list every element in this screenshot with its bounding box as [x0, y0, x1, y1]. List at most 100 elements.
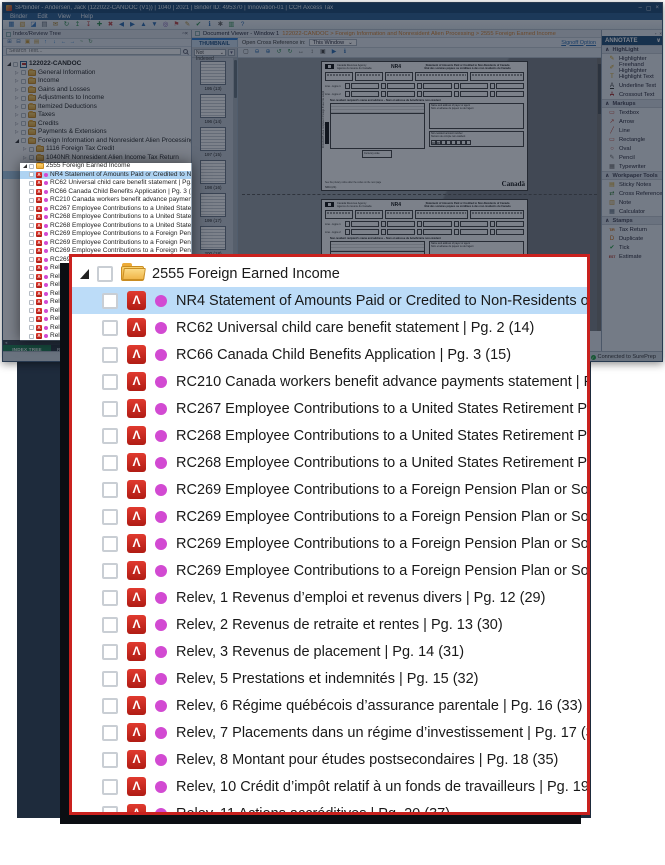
annotate-tool[interactable]: A Underline Text	[602, 81, 663, 90]
zoom-out-icon[interactable]: ⊖	[253, 48, 261, 57]
checkbox[interactable]	[29, 164, 34, 169]
tree-document[interactable]: RC268 Employee Contributions to a United…	[3, 222, 191, 231]
overlay-doc-row[interactable]: Relev, 2 Revenus de retraite et rentes |…	[72, 611, 587, 638]
annotate-tool[interactable]: ✔ Tick	[602, 243, 663, 252]
checkbox[interactable]	[29, 300, 34, 305]
checkbox[interactable]	[29, 223, 34, 228]
rotate-left-icon[interactable]: ↺	[275, 48, 283, 57]
overlay-doc-row[interactable]: Relev, 10 Crédit d’impôt relatif à un fo…	[72, 773, 587, 800]
overlay-doc-row[interactable]: RC267 Employee Contributions to a United…	[72, 395, 587, 422]
expanded-icon[interactable]	[23, 164, 27, 168]
target-icon[interactable]: ◎	[161, 21, 170, 29]
edit-icon[interactable]: ✎	[183, 21, 192, 29]
thumbnail-image[interactable]	[200, 61, 226, 85]
expand-all-icon[interactable]: ⊞	[6, 39, 13, 46]
checkbox[interactable]	[29, 283, 34, 288]
thumbnail-image[interactable]	[200, 127, 226, 151]
thumbnail-image[interactable]	[200, 94, 226, 118]
close-icon[interactable]: ×	[655, 5, 659, 12]
annotate-tool[interactable]: D Duplicate	[602, 234, 663, 243]
overlay-doc-row[interactable]: RC269 Employee Contributions to a Foreig…	[72, 557, 587, 584]
tree-root[interactable]: 122022-CANDOC	[3, 60, 191, 69]
checkbox[interactable]	[102, 617, 118, 633]
checkbox[interactable]	[29, 308, 34, 313]
checkbox[interactable]	[21, 138, 26, 143]
tree-document[interactable]: RC66 Canada Child Benefits Application |…	[3, 188, 191, 197]
checkbox[interactable]	[29, 147, 34, 152]
annotate-tool[interactable]: T/R Tax Return	[602, 225, 663, 234]
checkbox[interactable]	[102, 482, 118, 498]
checkbox[interactable]	[29, 181, 34, 186]
checkbox[interactable]	[102, 347, 118, 363]
checkbox[interactable]	[21, 96, 26, 101]
annotate-tool[interactable]: ▥ Note	[602, 198, 663, 207]
collapsed-icon[interactable]: ▷	[15, 94, 19, 103]
tree-folder[interactable]: ▷ Income	[3, 77, 191, 86]
print-icon[interactable]: ▤	[40, 21, 49, 29]
tree-document[interactable]: RC210 Canada workers benefit advance pay…	[3, 196, 191, 205]
checkbox[interactable]	[21, 87, 26, 92]
collapsed-icon[interactable]: ▷	[15, 111, 19, 120]
checkbox[interactable]	[29, 257, 34, 262]
checkbox[interactable]	[21, 130, 26, 135]
checkbox[interactable]	[102, 293, 118, 309]
search-input[interactable]	[6, 48, 181, 55]
checkbox[interactable]	[29, 325, 34, 330]
tree-document[interactable]: RC62 Universal child care benefit statem…	[3, 179, 191, 188]
collapsed-icon[interactable]: ▷	[15, 77, 19, 86]
collapsed-icon[interactable]: ▷	[15, 103, 19, 112]
collapsed-icon[interactable]: ▷	[15, 120, 19, 129]
checkbox[interactable]	[97, 266, 113, 282]
pin-icon[interactable]: ▫	[655, 31, 657, 36]
checkbox[interactable]	[102, 671, 118, 687]
tree-document[interactable]: RC268 Employee Contributions to a United…	[3, 213, 191, 222]
checkbox[interactable]	[29, 198, 34, 203]
checkbox[interactable]	[102, 428, 118, 444]
annotate-tool[interactable]: ▭ Rectangle	[602, 135, 663, 144]
tree-folder-foreign[interactable]: Foreign Information and Nonresident Alie…	[3, 137, 191, 146]
link-icon[interactable]: ~	[78, 39, 85, 46]
menu-item[interactable]: Edit	[33, 14, 51, 20]
overlay-doc-row[interactable]: NR4 Statement of Amounts Paid or Credite…	[72, 287, 587, 314]
thumbnail-image[interactable]	[200, 160, 226, 184]
overlay-doc-row[interactable]: RC269 Employee Contributions to a Foreig…	[72, 530, 587, 557]
tree-document[interactable]: RC269 Employee Contributions to a Foreig…	[3, 230, 191, 239]
annotate-tool[interactable]: ⇄ Cross Reference	[602, 189, 663, 198]
overlay-doc-row[interactable]: Relev, 8 Montant pour études postseconda…	[72, 746, 587, 773]
tree-folder[interactable]: ▷ 1116 Foreign Tax Credit	[3, 145, 191, 154]
annotate-tool[interactable]: ▦ Typewriter	[602, 162, 663, 171]
checkbox[interactable]	[102, 752, 118, 768]
checkbox[interactable]	[102, 590, 118, 606]
checkbox[interactable]	[102, 725, 118, 741]
checkbox[interactable]	[102, 374, 118, 390]
page-thumbnail[interactable]: 198 (16)	[198, 160, 228, 190]
tree-folder[interactable]: ▷ Payments & Extensions	[3, 128, 191, 137]
help-icon[interactable]: ?	[238, 21, 247, 29]
select-icon[interactable]: ▢	[242, 48, 250, 57]
new-folder-icon[interactable]: ▣	[24, 39, 31, 46]
folder-up-icon[interactable]: ↑	[42, 39, 49, 46]
move-up-icon[interactable]: ▲	[139, 21, 148, 29]
overlay-doc-row[interactable]: Relev, 5 Prestations et indemnités | Pg.…	[72, 665, 587, 692]
checkbox[interactable]	[29, 274, 34, 279]
checkbox[interactable]	[102, 698, 118, 714]
annotate-tool[interactable]: ╱ Line	[602, 126, 663, 135]
section-workpaper-tools[interactable]: ∧ Workpaper Tools	[602, 171, 663, 180]
checkbox[interactable]	[13, 62, 18, 67]
grid-icon[interactable]: ▥	[227, 21, 236, 29]
panel-close-icon[interactable]: ×	[185, 31, 188, 37]
binder-icon[interactable]: ▦	[7, 21, 16, 29]
tree-document[interactable]: RC269 Employee Contributions to a Foreig…	[3, 239, 191, 248]
annotate-tool[interactable]: T Highlight Text	[602, 72, 663, 81]
panel-close-icon[interactable]: ×	[659, 31, 662, 36]
add-page-icon[interactable]: ✚	[95, 21, 104, 29]
page-info-icon[interactable]: ℹ	[341, 48, 349, 57]
info-icon[interactable]: ℹ	[205, 21, 214, 29]
flag-icon[interactable]: ⚑	[172, 21, 181, 29]
thumbnail-image[interactable]	[200, 193, 226, 217]
menu-item[interactable]: View	[54, 14, 75, 20]
save-icon[interactable]: ◪	[29, 21, 38, 29]
rotate-right-icon[interactable]: ↻	[286, 48, 294, 57]
thumbnail-image[interactable]	[200, 226, 226, 250]
annotate-tool[interactable]: ↗ Arrow	[602, 117, 663, 126]
